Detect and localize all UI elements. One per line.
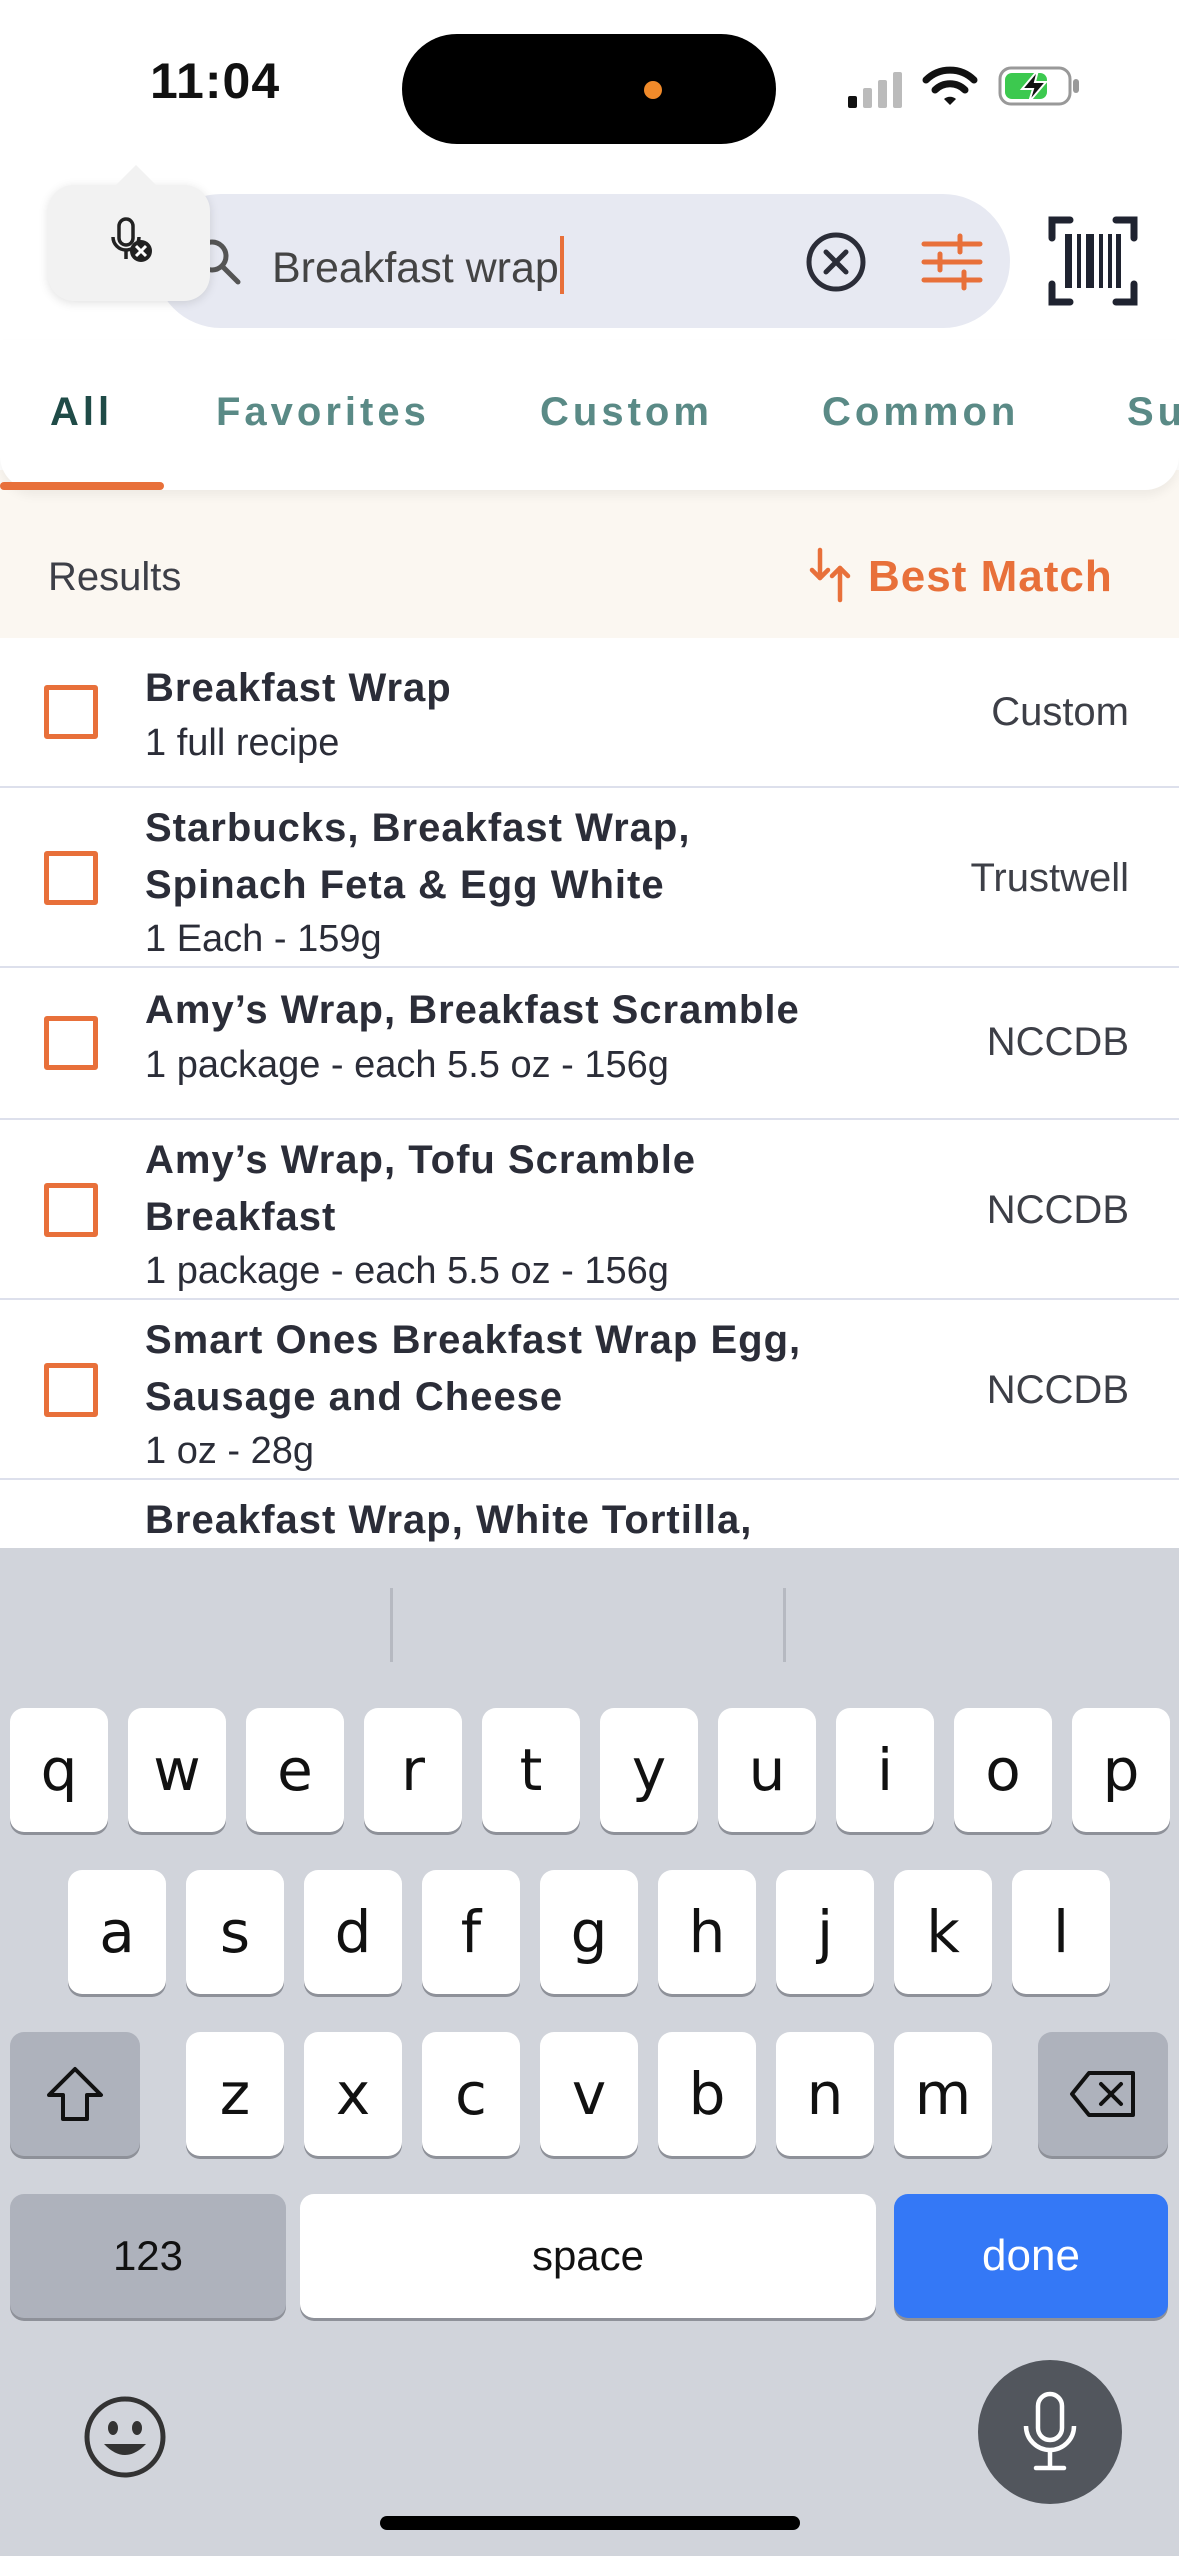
home-indicator [380,2516,800,2530]
select-checkbox[interactable] [44,1363,98,1417]
select-checkbox[interactable] [44,685,98,739]
suggestion-divider [390,1588,393,1662]
barcode-scanner-icon[interactable] [1048,216,1138,306]
key-d[interactable]: d [304,1870,402,1994]
list-item[interactable]: Amy’s Wrap, Tofu Scramble Breakfast 1 pa… [0,1120,1179,1300]
shift-arrow-icon [47,2067,103,2121]
list-item[interactable]: Breakfast Wrap, White Tortilla, [0,1480,1179,1548]
battery-charging-icon [998,66,1079,106]
delete-key[interactable] [1038,2032,1168,2156]
filter-sliders-icon[interactable] [920,230,984,294]
key-l[interactable]: l [1012,1870,1110,1994]
food-name-line1: Amy’s Wrap, Tofu Scramble [145,1138,697,1182]
food-name-line1: Starbucks, Breakfast Wrap, [145,806,691,850]
list-item[interactable]: Smart Ones Breakfast Wrap Egg, Sausage a… [0,1300,1179,1480]
backspace-icon [1070,2071,1135,2117]
select-checkbox[interactable] [44,1183,98,1237]
key-g[interactable]: g [540,1870,638,1994]
active-tab-indicator [0,482,164,490]
food-serving: 1 package - each 5.5 oz - 156g [145,1044,669,1086]
suggestion-divider [783,1588,786,1662]
shift-key[interactable] [10,2032,140,2156]
dictation-button[interactable] [978,2360,1122,2504]
tab-favorites[interactable]: Favorites [216,390,430,435]
key-o[interactable]: o [954,1708,1052,1832]
tab-common[interactable]: Common [822,390,1019,435]
key-j[interactable]: j [776,1870,874,1994]
wifi-icon [922,66,978,105]
emoji-icon[interactable] [82,2394,168,2480]
food-name: Breakfast Wrap [145,666,452,710]
microphone-slash-icon [111,217,152,262]
key-c[interactable]: c [422,2032,520,2156]
food-source: NCCDB [986,1188,1129,1232]
search-input[interactable]: Breakfast wrap [272,236,564,294]
key-e[interactable]: e [246,1708,344,1832]
key-n[interactable]: n [776,2032,874,2156]
clear-search-icon[interactable] [804,230,868,294]
key-v[interactable]: v [540,2032,638,2156]
dynamic-island [402,34,776,144]
key-h[interactable]: h [658,1870,756,1994]
tab-partial[interactable]: Su [1127,390,1179,435]
results-list: Breakfast Wrap 1 full recipe Custom Star… [0,638,1179,1548]
food-serving: 1 oz - 28g [145,1430,314,1472]
list-item[interactable]: Breakfast Wrap 1 full recipe Custom [0,638,1179,788]
key-r[interactable]: r [364,1708,462,1832]
key-u[interactable]: u [718,1708,816,1832]
food-source: NCCDB [986,1020,1129,1064]
key-p[interactable]: p [1072,1708,1170,1832]
list-item[interactable]: Starbucks, Breakfast Wrap, Spinach Feta … [0,788,1179,968]
category-tabs: All Favorites Custom Common Su [0,340,1179,490]
key-s[interactable]: s [186,1870,284,1994]
status-bar: 11:04 [0,0,1179,170]
microphone-icon [1023,2391,1077,2471]
key-k[interactable]: k [894,1870,992,1994]
space-key[interactable]: space [300,2194,876,2318]
food-source: NCCDB [986,1368,1129,1412]
dictation-off-popover [48,165,210,301]
sort-arrows-icon[interactable] [808,546,854,604]
select-checkbox[interactable] [44,1016,98,1070]
key-m[interactable]: m [894,2032,992,2156]
food-name: Amy’s Wrap, Breakfast Scramble [145,988,800,1032]
key-b[interactable]: b [658,2032,756,2156]
numbers-key[interactable]: 123 [10,2194,286,2318]
results-label: Results [48,555,182,599]
food-source: Custom [991,690,1129,734]
list-item[interactable]: Amy’s Wrap, Breakfast Scramble 1 package… [0,968,1179,1120]
food-name-line1: Breakfast Wrap, White Tortilla, [145,1498,753,1542]
key-x[interactable]: x [304,2032,402,2156]
food-name-line2: Spinach Feta & Egg White [145,863,665,907]
key-f[interactable]: f [422,1870,520,1994]
key-z[interactable]: z [186,2032,284,2156]
search-query: Breakfast wrap [272,244,559,292]
select-checkbox[interactable] [44,851,98,905]
food-serving: 1 package - each 5.5 oz - 156g [145,1250,669,1292]
key-i[interactable]: i [836,1708,934,1832]
done-key[interactable]: done [894,2194,1168,2318]
key-t[interactable]: t [482,1708,580,1832]
key-q[interactable]: q [10,1708,108,1832]
tab-all[interactable]: All [50,390,113,435]
privacy-indicator-dot [644,81,662,99]
key-a[interactable]: a [68,1870,166,1994]
tab-custom[interactable]: Custom [540,390,713,435]
key-w[interactable]: w [128,1708,226,1832]
sort-best-match-button[interactable]: Best Match [868,552,1113,602]
food-name-line2: Breakfast [145,1195,337,1239]
text-cursor [559,236,564,294]
food-name-line2: Sausage and Cheese [145,1375,564,1419]
status-time: 11:04 [150,53,281,109]
food-name-line1: Smart Ones Breakfast Wrap Egg, [145,1318,802,1362]
key-y[interactable]: y [600,1708,698,1832]
food-source: Trustwell [970,856,1129,900]
cellular-signal-icon [848,72,902,108]
food-serving: 1 Each - 159g [145,918,382,960]
food-serving: 1 full recipe [145,722,340,764]
